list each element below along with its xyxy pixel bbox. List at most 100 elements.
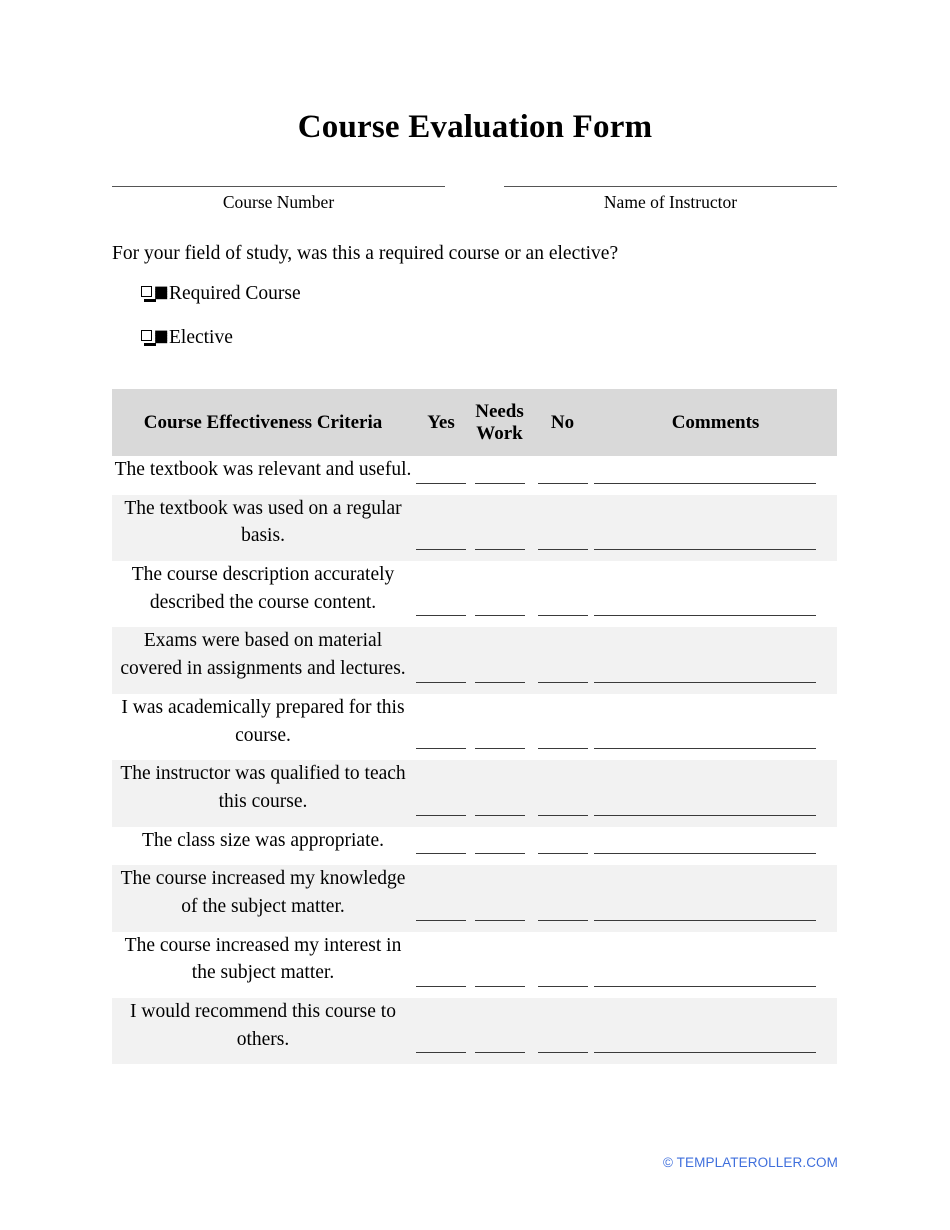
answer-writeline[interactable] [416,482,466,484]
needs-work-answer-cell[interactable] [468,932,531,998]
option-elective[interactable]: Elective [141,326,301,350]
needs-work-answer-cell[interactable] [468,827,531,866]
yes-answer-cell[interactable] [414,998,468,1064]
answer-writeline[interactable] [474,615,525,617]
comments-cell[interactable] [594,865,837,931]
no-answer-cell[interactable] [531,456,594,495]
comments-writeline[interactable] [594,482,816,484]
yes-answer-cell[interactable] [414,561,468,627]
answer-writeline[interactable] [537,615,588,617]
table-row: The textbook was relevant and useful. [112,456,837,495]
criteria-cell: Exams were based on material covered in … [120,630,406,680]
no-answer-cell[interactable] [531,932,594,998]
needs-work-answer-cell[interactable] [468,694,531,760]
comments-cell[interactable] [594,561,837,627]
comments-writeline[interactable] [594,986,816,987]
answer-writeline[interactable] [474,482,525,484]
comments-cell[interactable] [594,627,837,693]
comments-writeline[interactable] [594,919,816,921]
course-number-field[interactable]: Course Number [112,186,445,213]
comments-writeline[interactable] [594,748,816,750]
comments-cell[interactable] [594,998,837,1064]
answer-writeline[interactable] [474,919,525,921]
comments-writeline[interactable] [594,615,816,617]
answer-writeline[interactable] [416,986,466,987]
criteria-cell: The course increased my interest in the … [124,934,402,984]
checkbox-empty-icon[interactable] [141,330,156,346]
answer-writeline[interactable] [416,615,466,617]
table-row: The course increased my interest in the … [112,931,837,998]
comments-cell[interactable] [594,760,837,826]
column-header-criteria: Course Effectiveness Criteria [143,411,383,433]
answer-writeline[interactable] [537,482,588,484]
answer-writeline[interactable] [474,748,525,750]
comments-writeline[interactable] [594,814,816,816]
no-answer-cell[interactable] [531,627,594,693]
page-title: Course Evaluation Form [297,109,653,145]
criteria-cell: I would recommend this course to others. [130,1001,396,1050]
answer-writeline[interactable] [474,549,525,551]
option-required-course[interactable]: Required Course [141,282,301,306]
comments-cell[interactable] [594,456,837,495]
table-row: The course description accurately descri… [112,561,837,628]
needs-work-answer-cell[interactable] [468,760,531,826]
table-row: Exams were based on material covered in … [112,627,837,694]
yes-answer-cell[interactable] [414,827,468,866]
answer-writeline[interactable] [416,1052,466,1054]
comments-cell[interactable] [594,932,837,998]
table-row: The course increased my knowledge of the… [112,865,837,932]
answer-writeline[interactable] [416,549,466,551]
answer-writeline[interactable] [474,853,525,855]
comments-writeline[interactable] [594,681,816,683]
comments-cell[interactable] [594,495,837,561]
needs-work-answer-cell[interactable] [468,561,531,627]
answer-writeline[interactable] [537,814,588,816]
answer-writeline[interactable] [537,919,588,921]
comments-cell[interactable] [594,694,837,760]
comments-writeline[interactable] [594,549,816,551]
needs-work-answer-cell[interactable] [468,627,531,693]
comments-cell[interactable] [594,827,837,866]
answer-writeline[interactable] [537,549,588,551]
answer-writeline[interactable] [416,814,466,816]
answer-writeline[interactable] [474,814,525,816]
no-answer-cell[interactable] [531,827,594,866]
answer-writeline[interactable] [474,1052,525,1054]
no-answer-cell[interactable] [531,760,594,826]
yes-answer-cell[interactable] [414,865,468,931]
answer-writeline[interactable] [474,681,525,683]
needs-work-answer-cell[interactable] [468,456,531,495]
yes-answer-cell[interactable] [414,456,468,495]
no-answer-cell[interactable] [531,694,594,760]
needs-work-answer-cell[interactable] [468,998,531,1064]
no-answer-cell[interactable] [531,998,594,1064]
answer-writeline[interactable] [537,986,588,987]
comments-writeline[interactable] [594,1052,816,1054]
answer-writeline[interactable] [537,681,588,683]
answer-writeline[interactable] [537,853,588,855]
answer-writeline[interactable] [416,853,466,855]
answer-writeline[interactable] [537,1052,588,1054]
answer-writeline[interactable] [416,919,466,921]
yes-answer-cell[interactable] [414,627,468,693]
yes-answer-cell[interactable] [414,760,468,826]
answer-writeline[interactable] [537,748,588,750]
answer-writeline[interactable] [416,748,466,750]
no-answer-cell[interactable] [531,561,594,627]
yes-answer-cell[interactable] [414,495,468,561]
yes-answer-cell[interactable] [414,932,468,998]
instructor-name-field[interactable]: Name of Instructor [504,186,837,213]
document-page: Course Evaluation Form Course Number Nam… [0,0,950,1230]
comments-writeline[interactable] [594,853,816,855]
checkbox-empty-icon[interactable] [141,286,156,302]
criteria-cell: The textbook was used on a regular basis… [124,497,402,547]
needs-work-answer-cell[interactable] [468,495,531,561]
answer-writeline[interactable] [474,986,525,987]
criteria-cell: The instructor was qualified to teach th… [120,763,406,812]
no-answer-cell[interactable] [531,865,594,931]
no-answer-cell[interactable] [531,495,594,561]
needs-work-answer-cell[interactable] [468,865,531,931]
yes-answer-cell[interactable] [414,694,468,760]
answer-writeline[interactable] [416,681,466,683]
course-effectiveness-table: Course Effectiveness Criteria Yes Needs … [112,389,837,1065]
